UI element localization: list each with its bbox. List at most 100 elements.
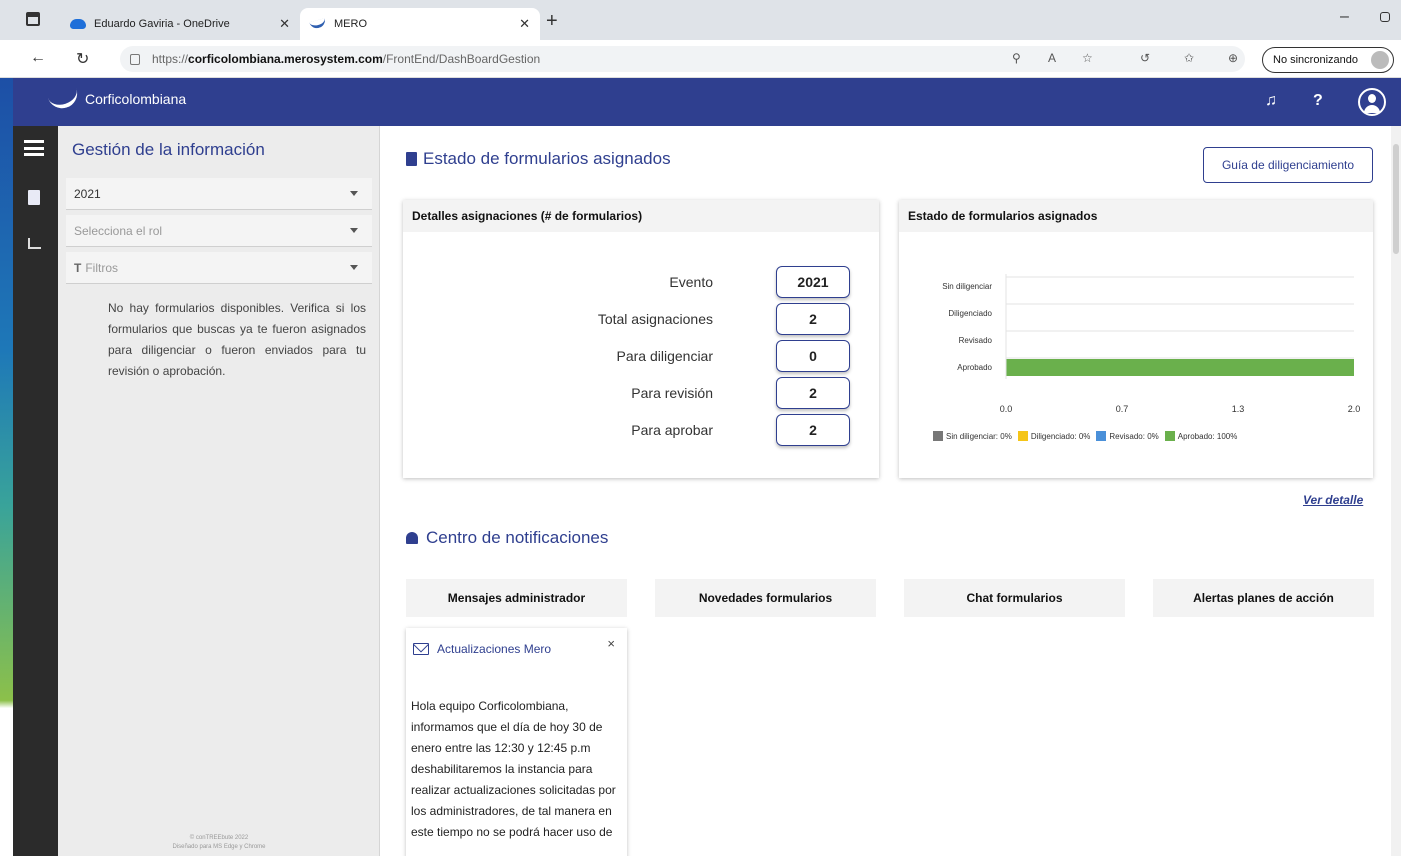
url-field[interactable]: https://corficolombiana.merosystem.com/F… [120,46,1245,72]
legend-item: Sin diligenciar: 0% [933,431,1012,441]
footer-copyright: © conTREEbute 2022 [189,835,249,841]
bell-icon[interactable]: ♫ [1265,92,1277,110]
close-icon[interactable]: ✕ [279,16,290,32]
browser-tab-mero[interactable]: MERO ✕ [300,8,540,40]
chart-card: Estado de formularios asignados Sin dili… [899,200,1373,478]
close-icon[interactable]: × [607,636,615,651]
status-bar-chart: Sin diligenciar Diligenciado Revisado Aprob… [942,274,1361,414]
ver-detalle-link[interactable]: Ver detalle [1303,493,1363,507]
help-icon[interactable]: ? [1313,92,1323,110]
tab-chat-formularios[interactable]: Chat formularios [904,579,1125,617]
hamburger-menu-icon[interactable] [24,140,44,156]
collections-icon[interactable]: ⊕ [1228,51,1238,65]
restore-icon[interactable] [1380,12,1390,22]
lock-icon [130,53,140,65]
x-tick-label: 2.0 [1348,404,1361,414]
stat-row: Total asignaciones 2 [403,303,883,335]
onedrive-cloud-icon [70,19,86,29]
x-tick-label: 0.7 [1116,404,1129,414]
stat-value: 2 [776,377,850,409]
message-body: Hola equipo Corficolombiana, informamos … [411,699,616,839]
tab-mensajes-administrador[interactable]: Mensajes administrador [406,579,627,617]
caret-down-icon [350,265,358,270]
stat-label: Total asignaciones [597,311,713,327]
filters-select[interactable]: T Filtros [66,252,372,284]
details-card-title: Detalles asignaciones (# de formularios) [403,200,879,232]
stat-row: Para revisión 2 [403,377,883,409]
url-host: corficolombiana.merosystem.com [188,52,383,66]
app-header: Corficolombiana ♫ ? [13,78,1401,126]
url-path: /FrontEnd/DashBoardGestion [382,52,541,66]
corficolombiana-logo-icon [309,18,327,30]
left-rail [13,126,58,856]
favorites-icon[interactable]: ✩ [1184,51,1194,65]
empty-forms-message: No hay formularios disponibles. Verifica… [108,301,366,378]
side-panel: Gestión de la información 2021 Seleccion… [58,126,380,856]
legend-swatch [1017,431,1028,441]
decorative-gradient-strip [0,78,13,856]
mail-icon [413,643,429,655]
role-select-placeholder: Selecciona el rol [74,223,163,238]
year-select-value: 2021 [74,186,101,201]
message-header: Actualizaciones Mero [413,642,551,656]
chart-card-title: Estado de formularios asignados [899,200,1373,232]
tab-label: MERO [334,18,367,30]
brand-logo[interactable]: Corficolombiana [46,85,187,113]
notifications-title: Centro de notificaciones [406,528,608,548]
legend-swatch [1164,431,1175,441]
x-tick-label: 0.0 [1000,404,1013,414]
stat-label: Para aprobar [631,422,713,438]
stat-value: 2 [776,303,850,335]
page-title: Estado de formularios asignados [406,149,671,169]
corficolombiana-swoosh-icon [46,85,82,113]
scrollbar-thumb[interactable] [1393,144,1399,254]
legend-item: Revisado: 0% [1096,431,1159,441]
role-select[interactable]: Selecciona el rol [66,215,372,247]
document-icon[interactable] [28,190,40,205]
stat-value: 2 [776,414,850,446]
chart-icon[interactable] [28,238,41,249]
notifications-title-text: Centro de notificaciones [426,528,609,547]
brand-name: Corficolombiana [85,91,187,107]
year-select[interactable]: 2021 [66,178,372,210]
tab-novedades-formularios[interactable]: Novedades formularios [655,579,876,617]
minimize-icon[interactable]: – [1340,8,1349,26]
guide-button[interactable]: Guía de diligenciamiento [1203,147,1373,183]
back-arrow-icon[interactable]: ← [30,49,46,67]
filter-icon: T [74,260,82,275]
stat-value: 2021 [776,266,850,298]
y-tick-label: Revisado [959,336,993,345]
filters-label: Filtros [85,260,119,275]
key-icon[interactable]: ⚲ [1012,51,1021,65]
caret-down-icon [350,228,358,233]
legend-item: Diligenciado: 0% [1017,431,1091,441]
favorite-add-icon[interactable]: ☆ [1082,51,1093,65]
browser-tab-bar: Eduardo Gaviria - OneDrive ✕ MERO ✕ + – [0,0,1401,40]
user-account-icon[interactable] [1358,88,1386,116]
refresh-icon[interactable]: ↻ [76,49,89,69]
browser-address-bar: ← ↻ https://corficolombiana.merosystem.c… [0,40,1401,78]
vertical-scrollbar[interactable] [1391,126,1401,856]
legend-item: Aprobado: 100% [1164,431,1237,441]
clipboard-icon [406,152,417,166]
browser-tab-onedrive[interactable]: Eduardo Gaviria - OneDrive ✕ [60,8,300,40]
details-card: Detalles asignaciones (# de formularios)… [403,200,879,478]
new-tab-button[interactable]: + [546,10,558,33]
x-tick-label: 1.3 [1232,404,1245,414]
y-tick-label: Aprobado [957,363,992,372]
close-icon[interactable]: ✕ [519,16,530,32]
message-card[interactable]: Actualizaciones Mero × Hola equipo Corfi… [406,628,627,856]
extension-icon[interactable]: ↺ [1140,51,1150,65]
footer-browser-note: Diseñado para MS Edge y Chrome [172,844,266,850]
read-aloud-icon[interactable]: A [1048,51,1056,65]
url-prefix: https:// [152,52,189,66]
sync-label: No sincronizando [1273,54,1358,66]
legend-label: Revisado: 0% [1109,431,1159,441]
tab-alertas-planes[interactable]: Alertas planes de acción [1153,579,1374,617]
sync-status-button[interactable]: No sincronizando [1262,47,1394,73]
tab-actions-icon[interactable] [26,12,40,26]
stat-value: 0 [776,340,850,372]
legend-label: Diligenciado: 0% [1030,431,1091,441]
bell-icon [406,532,418,544]
stat-row: Evento 2021 [403,266,883,298]
